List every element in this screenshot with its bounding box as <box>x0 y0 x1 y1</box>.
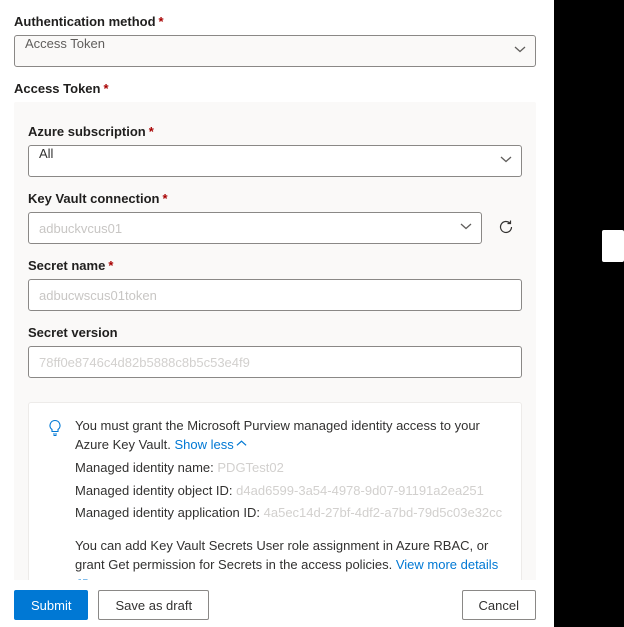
mi-name-value: PDGTest02 <box>217 460 283 475</box>
show-less-link[interactable]: Show less <box>175 436 247 455</box>
tip-text: You must grant the Microsoft Purview man… <box>75 418 480 452</box>
form-pane: Authentication method * Access Token Acc… <box>0 0 550 580</box>
mi-app-value: 4a5ec14d-27bf-4df2-a7bd-79d5c03e32cc <box>264 505 503 520</box>
tip-callout: You must grant the Microsoft Purview man… <box>28 402 522 580</box>
required-asterisk: * <box>149 124 154 139</box>
chevron-up-icon <box>236 436 247 455</box>
auth-method-select[interactable]: Access Token <box>14 35 536 67</box>
required-asterisk: * <box>108 258 113 273</box>
mi-obj-label: Managed identity object ID: <box>75 483 233 498</box>
label-text: Azure subscription <box>28 124 146 139</box>
access-token-section: Azure subscription * All Key Vault conne… <box>14 102 536 580</box>
required-asterisk: * <box>103 81 108 96</box>
right-black-area <box>554 0 624 627</box>
label-text: Secret version <box>28 325 118 340</box>
secret-version-label: Secret version <box>28 325 522 340</box>
secret-version-input[interactable] <box>28 346 522 378</box>
subscription-select-wrap: All <box>28 145 522 177</box>
keyvault-select-wrap <box>28 212 482 244</box>
label-text: Key Vault connection <box>28 191 159 206</box>
mi-app-label: Managed identity application ID: <box>75 505 260 520</box>
mi-app-line: Managed identity application ID: 4a5ec14… <box>75 504 503 523</box>
auth-method-select-wrap: Access Token <box>14 35 536 67</box>
required-asterisk: * <box>162 191 167 206</box>
mi-name-line: Managed identity name: PDGTest02 <box>75 459 503 478</box>
view-more-text: View more details <box>396 557 498 572</box>
side-tab <box>602 230 624 262</box>
secret-name-input[interactable] <box>28 279 522 311</box>
submit-button[interactable]: Submit <box>14 590 88 620</box>
mi-name-label: Managed identity name: <box>75 460 214 475</box>
show-less-text: Show less <box>175 436 234 455</box>
secret-name-label: Secret name * <box>28 258 522 273</box>
refresh-icon <box>498 219 514 238</box>
refresh-button[interactable] <box>490 212 522 244</box>
mi-obj-value: d4ad6599-3a54-4978-9d07-91191a2ea251 <box>236 483 484 498</box>
keyvault-select[interactable] <box>28 212 482 244</box>
label-text: Access Token <box>14 81 100 96</box>
keyvault-label: Key Vault connection * <box>28 191 522 206</box>
keyvault-row <box>28 212 522 244</box>
label-text: Authentication method <box>14 14 156 29</box>
mi-obj-line: Managed identity object ID: d4ad6599-3a5… <box>75 482 503 501</box>
cancel-button[interactable]: Cancel <box>462 590 536 620</box>
access-token-heading: Access Token * <box>14 81 536 96</box>
tip-rbac: You can add Key Vault Secrets User role … <box>75 537 503 580</box>
external-link-icon <box>77 578 89 580</box>
tip-body: You must grant the Microsoft Purview man… <box>75 417 503 580</box>
subscription-label: Azure subscription * <box>28 124 522 139</box>
required-asterisk: * <box>159 14 164 29</box>
footer-bar: Submit Save as draft Cancel <box>0 583 550 627</box>
subscription-select[interactable]: All <box>28 145 522 177</box>
label-text: Secret name <box>28 258 105 273</box>
save-draft-button[interactable]: Save as draft <box>98 590 209 620</box>
auth-method-label: Authentication method * <box>14 14 536 29</box>
lightbulb-icon <box>47 419 65 580</box>
